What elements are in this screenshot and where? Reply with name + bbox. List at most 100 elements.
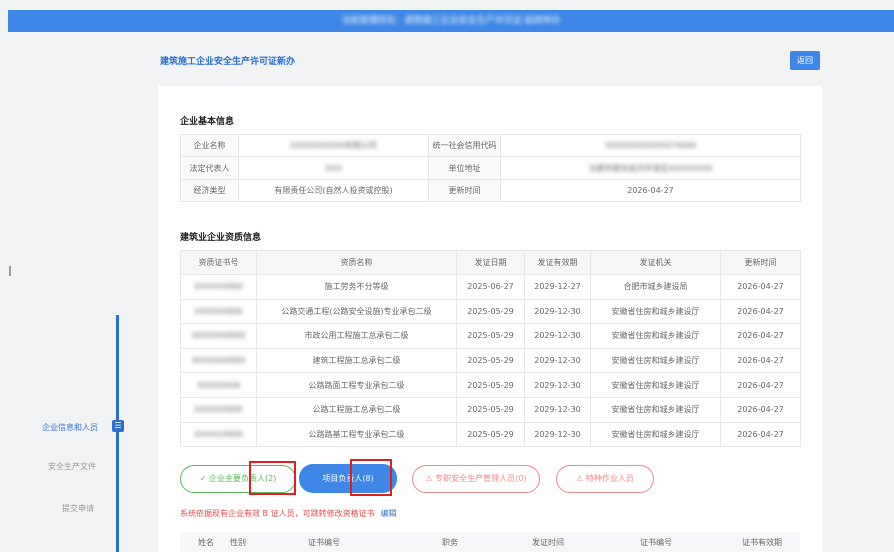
col-update-time: 更新时间 <box>720 250 801 275</box>
table-cell: 2029-12-27 <box>524 274 591 300</box>
table-row: XXXXXX909 公路交通工程(公路安全设施)专业承包二级 2025-05-29 2… <box>180 298 801 325</box>
label-credit-code: 统一社会信用代码 <box>428 134 501 157</box>
table-cell: 公路路基工程专业承包二级 <box>256 421 457 448</box>
basic-info-row: 经济类型 有限责任公司(自然人投资或控股) 更新时间 2026-04-27 <box>180 179 801 202</box>
table-cell: 安徽省住房和城乡建设厅 <box>590 298 721 325</box>
basic-info-table: 企业名称 XXXXXXXXXX有限公司 统一社会信用代码 XXXXXXXXXXX… <box>180 134 801 202</box>
edit-link[interactable]: 编辑 <box>381 509 397 518</box>
table-cell: 2029-12-30 <box>524 298 591 325</box>
table-cell: XXXXXX09 <box>180 372 257 398</box>
table-cell: 安徽省住房和城乡建设厅 <box>590 421 721 448</box>
highlight-box-count <box>350 459 392 496</box>
personnel-table-header: 姓名 性别 证书编号 职务 发证时间 证书编号 证书有效期 <box>180 532 800 552</box>
table-cell: 2029-12-30 <box>524 347 591 374</box>
basic-info-title: 企业基本信息 <box>180 117 235 127</box>
table-cell: 安徽省住房和城乡建设厅 <box>590 396 721 423</box>
top-banner-text: 当前管理所在：建筑施工企业安全生产许可证 延续申办 <box>341 16 561 26</box>
label-update-time: 更新时间 <box>428 179 501 202</box>
qualification-header-row: 资质证书号 资质名称 发证日期 发证有效期 发证机关 更新时间 <box>180 250 801 275</box>
col-issue-date: 发证日期 <box>456 250 525 275</box>
qualification-title: 建筑业企业资质信息 <box>180 233 262 243</box>
table-cell: 2026-04-27 <box>720 396 801 423</box>
table-cell: 公路路面工程专业承包二级 <box>256 372 457 398</box>
table-cell: 2026-04-27 <box>720 298 801 325</box>
col-gender: 性别 <box>230 538 246 547</box>
value-address: 合肥市肥东经济开发区XXXXXXXX <box>500 156 801 180</box>
table-cell: 安徽省住房和城乡建设厅 <box>590 347 721 374</box>
basic-info-row: 企业名称 XXXXXXXXXX有限公司 统一社会信用代码 XXXXXXXXXXX… <box>180 134 801 157</box>
col-validity: 证书有效期 <box>742 538 782 547</box>
table-cell: 2025-05-29 <box>456 372 525 398</box>
table-cell: 施工劳务不分等级 <box>256 274 457 300</box>
table-cell: 2029-12-30 <box>524 372 591 398</box>
table-row: XXXXXX909 公路工程施工总承包二级 2025-05-29 2029-12-30… <box>180 396 801 423</box>
table-cell: XXXXXX909 <box>180 421 257 448</box>
table-cell: 2026-04-27 <box>720 274 801 300</box>
value-company-name: XXXXXXXXXX有限公司 <box>238 134 429 157</box>
value-credit-code: XXXXXXXXXXXX74040 <box>500 134 801 157</box>
table-cell: XXXXXX0909 <box>180 323 257 349</box>
top-banner: 当前管理所在：建筑施工企业安全生产许可证 延续申办 <box>8 10 894 32</box>
table-cell: 公路工程施工总承包二级 <box>256 396 457 423</box>
col-issue-time: 发证时间 <box>532 538 564 547</box>
col-cert-number: 证书编号 <box>308 538 340 547</box>
table-cell: 安徽省住房和城乡建设厅 <box>590 372 721 398</box>
table-cell: XXXXXX0909 <box>180 347 257 374</box>
table-cell: 2026-04-27 <box>720 347 801 374</box>
warning-text: 系统依据现有企业有效 B 证人员，可跳转修改资格证书 <box>180 509 375 518</box>
col-name: 姓名 <box>198 538 214 547</box>
special-worker-button[interactable]: ⚠ 特种作业人员 <box>556 465 654 493</box>
table-cell: 建筑工程施工总承包二级 <box>256 347 457 374</box>
safety-manager-button[interactable]: ⚠ 专职安全生产管理人员(0) <box>412 465 540 493</box>
table-cell: 2026-04-27 <box>720 372 801 398</box>
table-cell: 2026-04-27 <box>720 421 801 448</box>
warning-message: 系统依据现有企业有效 B 证人员，可跳转修改资格证书 编辑 <box>180 508 397 519</box>
table-cell: 2025-05-29 <box>456 298 525 325</box>
table-cell: 安徽省住房和城乡建设厅 <box>590 323 721 349</box>
table-cell: XXXXXX909 <box>180 396 257 423</box>
page-title: 建筑施工企业安全生产许可证新办 <box>160 57 296 67</box>
label-economy-type: 经济类型 <box>180 179 239 202</box>
value-legal-rep: XXX <box>238 156 429 180</box>
table-cell: 合肥市城乡建设局 <box>590 274 721 300</box>
col-cert-number-2: 证书编号 <box>640 538 672 547</box>
label-address: 单位地址 <box>428 156 501 180</box>
table-cell: 2026-04-27 <box>720 323 801 349</box>
step-progress-line <box>116 315 119 552</box>
basic-info-row: 法定代表人 XXX 单位地址 合肥市肥东经济开发区XXXXXXXX <box>180 156 801 180</box>
back-button[interactable]: 返回 <box>790 51 820 70</box>
step-safety-documents[interactable]: 安全生产文件 <box>48 461 96 472</box>
col-position: 职务 <box>442 538 458 547</box>
col-issuer: 发证机关 <box>590 250 721 275</box>
table-cell: 2029-12-30 <box>524 421 591 448</box>
table-cell: 2029-12-30 <box>524 323 591 349</box>
table-cell: 市政公用工程施工总承包二级 <box>256 323 457 349</box>
table-cell: XXXXXX900 <box>180 274 257 300</box>
col-cert-no: 资质证书号 <box>180 250 257 275</box>
value-update-time: 2026-04-27 <box>500 179 801 202</box>
col-valid-until: 发证有效期 <box>524 250 591 275</box>
left-edge-marker <box>9 266 11 276</box>
table-cell: XXXXXX909 <box>180 298 257 325</box>
table-cell: 2025-05-29 <box>456 347 525 374</box>
table-cell: 2025-05-29 <box>456 323 525 349</box>
label-company-name: 企业名称 <box>180 134 239 157</box>
table-cell: 2025-05-29 <box>456 396 525 423</box>
label-legal-rep: 法定代表人 <box>180 156 239 180</box>
table-row: XXXXXX900 施工劳务不分等级 2025-06-27 2029-12-27 合肥市… <box>180 274 801 300</box>
table-cell: 2025-06-27 <box>456 274 525 300</box>
table-cell: 公路交通工程(公路安全设施)专业承包二级 <box>256 298 457 325</box>
highlight-box-count <box>249 461 296 495</box>
table-cell: 2025-05-29 <box>456 421 525 448</box>
user-card-icon: ☰ <box>112 420 124 432</box>
table-row: XXXXXX0909 市政公用工程施工总承包二级 2025-05-29 2029-12… <box>180 323 801 349</box>
step-submit[interactable]: 提交申请 <box>62 503 94 514</box>
qualification-table: 资质证书号 资质名称 发证日期 发证有效期 发证机关 更新时间 XXXXXX90… <box>180 250 801 448</box>
value-economy-type: 有限责任公司(自然人投资或控股) <box>238 179 429 202</box>
col-qual-name: 资质名称 <box>256 250 457 275</box>
step-company-personnel[interactable]: 企业信息和人员 <box>42 422 98 433</box>
table-row: XXXXXX0909 建筑工程施工总承包二级 2025-05-29 2029-12-3… <box>180 347 801 374</box>
table-cell: 2029-12-30 <box>524 396 591 423</box>
table-row: XXXXXX09 公路路面工程专业承包二级 2025-05-29 2029-12-30… <box>180 372 801 398</box>
table-row: XXXXXX909 公路路基工程专业承包二级 2025-05-29 2029-12-3… <box>180 421 801 448</box>
